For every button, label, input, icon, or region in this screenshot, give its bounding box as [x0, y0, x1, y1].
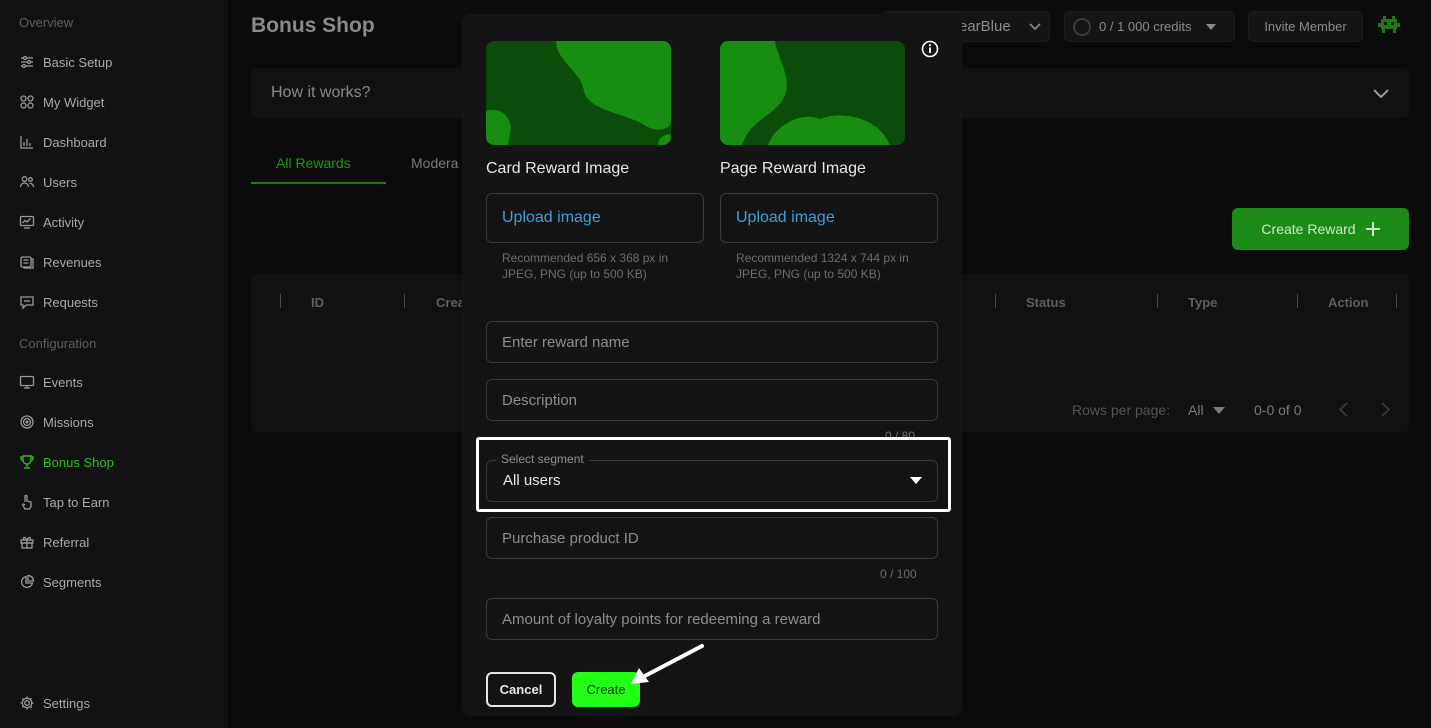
sidebar-item-bonus-shop[interactable]: Bonus Shop [19, 450, 114, 474]
sidebar-item-label: Users [43, 174, 77, 190]
cancel-button[interactable]: Cancel [486, 672, 556, 707]
tab-all-rewards[interactable]: All Rewards [276, 155, 351, 171]
segment-select-label: Select segment [496, 452, 589, 466]
pointer-arrow-icon [631, 644, 704, 684]
avatar-icon[interactable] [1378, 16, 1400, 36]
sliders-icon [21, 55, 33, 69]
pagination-range: 0-0 of 0 [1254, 402, 1302, 418]
pie-icon [20, 574, 35, 589]
chevron-down-icon [1029, 22, 1041, 30]
sidebar-item-tap-to-earn[interactable]: Tap to Earn [19, 490, 110, 514]
column-separator [404, 294, 405, 308]
sidebar-item-dashboard[interactable]: Dashboard [19, 130, 107, 154]
chevron-right-icon[interactable] [1381, 402, 1390, 417]
column-header-created[interactable]: Crea [436, 295, 465, 310]
product-id-counter: 0 / 100 [880, 567, 917, 581]
sidebar-section-configuration: Configuration [19, 336, 97, 351]
sidebar-item-label: Segments [43, 574, 102, 590]
sidebar: Overview Basic Setup My Widget Dashboard… [0, 0, 228, 728]
tap-icon [21, 494, 32, 510]
column-header-action[interactable]: Action [1328, 295, 1368, 310]
column-header-type[interactable]: Type [1188, 295, 1217, 310]
caret-down-icon[interactable] [1213, 407, 1225, 414]
rows-per-page-label: Rows per page: [1072, 402, 1171, 418]
create-reward-button[interactable]: Create Reward [1232, 208, 1409, 250]
purchase-product-id-input[interactable] [486, 517, 938, 559]
sidebar-item-label: Basic Setup [43, 54, 113, 70]
sidebar-item-referral[interactable]: Referral [19, 530, 89, 554]
invite-member-button[interactable]: Invite Member [1248, 11, 1363, 42]
sidebar-item-label: Activity [43, 214, 85, 230]
column-separator [1157, 294, 1158, 308]
page-image-hint: Recommended 1324 x 744 px in JPEG, PNG (… [736, 251, 909, 281]
sidebar-item-label: Missions [43, 414, 94, 430]
chart-icon [20, 136, 33, 149]
sidebar-item-my-widget[interactable]: My Widget [19, 90, 104, 114]
sidebar-item-label: Requests [43, 294, 98, 310]
sidebar-item-label: Revenues [43, 254, 102, 270]
chevron-left-icon[interactable] [1339, 402, 1348, 417]
plus-icon [1365, 222, 1380, 236]
description-input[interactable] [486, 379, 938, 421]
sidebar-item-missions[interactable]: Missions [19, 410, 94, 434]
column-header-status[interactable]: Status [1026, 295, 1066, 310]
target-icon [20, 415, 34, 429]
how-it-works-label: How it works? [271, 84, 371, 101]
sidebar-item-label: Tap to Earn [43, 494, 110, 510]
sidebar-item-segments[interactable]: Segments [19, 570, 102, 594]
credits-text: 0 / 1 000 credits [1099, 19, 1192, 34]
monitor-icon [19, 375, 35, 389]
sidebar-item-events[interactable]: Events [19, 370, 83, 394]
loyalty-points-input[interactable] [486, 598, 938, 640]
column-separator [280, 294, 281, 308]
coin-icon [1073, 17, 1091, 36]
page-reward-image-label: Page Reward Image [720, 160, 866, 177]
sidebar-item-activity[interactable]: Activity [19, 210, 84, 234]
workspace-name: earBlue [959, 18, 1011, 35]
caret-down-icon [1205, 23, 1216, 30]
card-image-upload-button[interactable]: Upload image [486, 193, 704, 243]
page-image-upload-button[interactable]: Upload image [720, 193, 938, 243]
sidebar-item-users[interactable]: Users [19, 170, 77, 194]
sidebar-item-label: Referral [43, 534, 90, 550]
gift-icon [20, 536, 34, 549]
card-image-hint: Recommended 656 x 368 px in JPEG, PNG (u… [502, 251, 669, 281]
tab-moderation[interactable]: Modera [411, 155, 458, 171]
column-header-id[interactable]: ID [311, 295, 324, 310]
sidebar-item-label: Events [43, 374, 83, 390]
caret-down-icon [910, 477, 922, 484]
chat-icon [20, 296, 34, 310]
active-tab-indicator [251, 182, 386, 184]
rows-per-page-select[interactable]: All [1188, 402, 1204, 418]
invite-member-label: Invite Member [1264, 19, 1347, 34]
sidebar-item-label: Dashboard [43, 134, 107, 150]
column-separator [995, 294, 996, 308]
sidebar-item-revenues[interactable]: Revenues [19, 250, 102, 274]
sidebar-section-overview: Overview [19, 15, 74, 30]
gear-icon [20, 696, 34, 710]
create-reward-label: Create Reward [1261, 221, 1356, 237]
column-separator [1297, 294, 1298, 308]
sidebar-item-label: Bonus Shop [43, 454, 114, 470]
trophy-icon [20, 455, 34, 469]
sidebar-item-requests[interactable]: Requests [19, 290, 98, 314]
card-reward-image-label: Card Reward Image [486, 160, 630, 177]
sidebar-item-label: My Widget [43, 94, 105, 110]
widget-icon [20, 95, 34, 109]
column-separator [1396, 294, 1397, 308]
sidebar-item-label: Settings [43, 695, 90, 711]
activity-icon [19, 215, 35, 229]
credits-selector[interactable]: 0 / 1 000 credits [1064, 11, 1235, 42]
page-reward-image-preview [720, 41, 905, 145]
sidebar-item-settings[interactable]: Settings [19, 691, 90, 715]
users-icon [19, 176, 35, 188]
segment-select-value: All users [503, 472, 561, 489]
reward-name-input[interactable] [486, 321, 938, 363]
coins-icon [20, 256, 34, 269]
sidebar-item-basic-setup[interactable]: Basic Setup [19, 50, 112, 74]
page-title: Bonus Shop [251, 14, 375, 37]
card-reward-image-preview [486, 41, 671, 145]
chevron-down-icon[interactable] [1373, 89, 1389, 99]
info-icon[interactable] [921, 40, 939, 58]
